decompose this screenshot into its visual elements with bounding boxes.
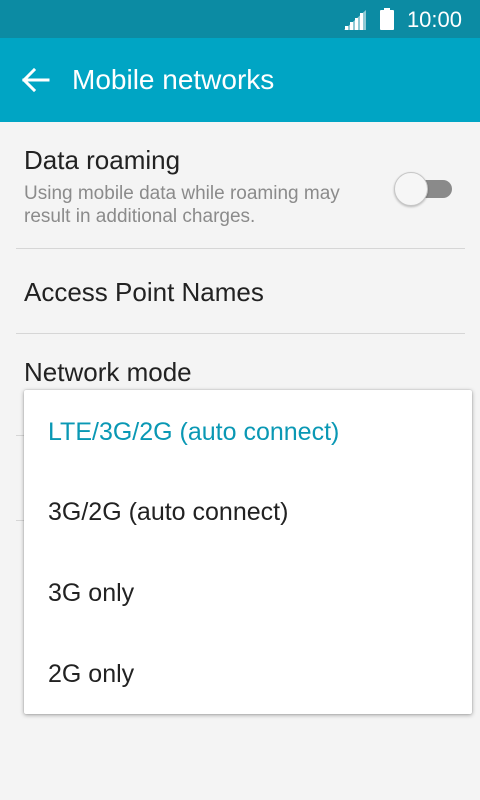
network-mode-option-2g-only[interactable]: 2G only xyxy=(24,634,472,714)
divider xyxy=(16,333,465,334)
data-roaming-toggle[interactable] xyxy=(394,172,454,206)
divider xyxy=(16,248,465,249)
option-label: 3G only xyxy=(48,579,135,607)
option-label: 2G only xyxy=(48,660,135,688)
data-roaming-title: Data roaming xyxy=(24,145,181,175)
network-mode-option-lte-3g-2g[interactable]: LTE/3G/2G (auto connect) xyxy=(24,392,472,472)
option-label: LTE/3G/2G (auto connect) xyxy=(48,418,340,446)
battery-icon xyxy=(380,8,394,30)
status-bar: 10:00 xyxy=(0,0,480,38)
status-time: 10:00 xyxy=(406,7,462,32)
app-bar: Mobile networks xyxy=(0,38,480,122)
access-point-names-title: Access Point Names xyxy=(24,277,264,307)
network-mode-option-3g-only[interactable]: 3G only xyxy=(24,553,472,633)
arrow-left-icon[interactable] xyxy=(20,66,52,94)
page-title: Mobile networks xyxy=(72,64,275,95)
data-roaming-summary: Using mobile data while roaming may resu… xyxy=(24,183,340,227)
option-label: 3G/2G (auto connect) xyxy=(48,498,289,526)
network-mode-option-3g-2g[interactable]: 3G/2G (auto connect) xyxy=(24,472,472,552)
network-mode-menu: LTE/3G/2G (auto connect) 3G/2G (auto con… xyxy=(24,390,472,714)
network-mode-title: Network mode xyxy=(24,357,192,387)
toggle-thumb xyxy=(394,172,428,206)
signal-icon xyxy=(344,10,366,30)
